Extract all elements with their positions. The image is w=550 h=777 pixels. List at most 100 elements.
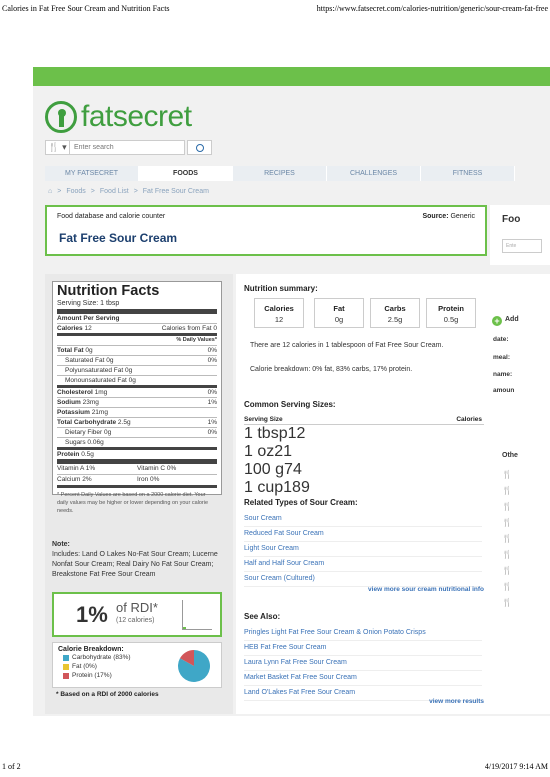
view-more-related-link[interactable]: view more sour cream nutritional info [368,586,484,593]
nutrient-label: Saturated Fat [65,357,105,364]
add-label[interactable]: Add [505,316,519,323]
related-link[interactable]: Sour Cream (Cultured) [244,572,482,587]
see-also-link[interactable]: HEB Fat Free Sour Cream [244,641,482,656]
nutrient-row: Total Carbohydrate 2.5g 1% [57,417,217,427]
tab-recipes[interactable]: RECIPES [233,166,327,181]
nutrient-label: Sugars [65,439,86,446]
fatsecret-logo-icon [45,101,77,133]
see-also-link[interactable]: Laura Lynn Fat Free Sour Cream [244,656,482,671]
nutrient-name: Saturated Fat 0g [65,356,113,365]
summary-protein: Protein 0.5g [426,298,476,328]
food-icon[interactable]: 🍴 [502,486,512,495]
summary-sentence: There are 12 calories in 1 tablespoon of… [250,342,444,349]
search-bar: 🍴 ▾ [45,140,212,155]
serving-row[interactable]: 1 tbsp12 [244,425,484,443]
nutrient-row: Monounsaturated Fat 0g [57,375,217,385]
summary-label: Calories [264,304,294,313]
serving-size-link[interactable]: 1 cup [244,479,283,496]
nutrient-name: Polyunsaturated Fat 0g [65,366,132,375]
food-icon[interactable]: 🍴 [502,518,512,527]
nutrient-dv: 1% [207,419,217,426]
breadcrumb: ⌂ > Foods > Food List > Fat Free Sour Cr… [48,188,209,195]
summary-calories: Calories 12 [254,298,304,328]
calories-value: 12 [84,325,92,332]
logo[interactable]: fatsecret [45,100,192,134]
food-icon[interactable]: 🍴 [502,566,512,575]
serving-calories: 189 [283,479,310,496]
search-icon[interactable] [187,140,212,155]
summary-boxes: Calories 12 Fat 0g Carbs 2.5g Protein 0.5g [244,298,484,328]
right-input[interactable]: Ente [502,239,542,253]
breadcrumb-food-list[interactable]: Food List [100,188,129,195]
related-link[interactable]: Reduced Fat Sour Cream [244,527,482,542]
search-input[interactable] [70,140,185,155]
print-header-url: https://www.fatsecret.com/calories-nutri… [316,4,548,13]
col-calories: Calories [456,416,482,423]
source-label: Source: Generic [422,213,475,220]
serving-row[interactable]: 1 oz21 [244,443,484,461]
nutrient-name: Monounsaturated Fat 0g [65,376,136,385]
food-icon[interactable]: 🍴 [502,582,512,591]
fork-knife-icon[interactable]: 🍴 ▾ [45,140,70,155]
food-icon[interactable]: 🍴 [502,502,512,511]
related-link[interactable]: Half and Half Sour Cream [244,557,482,572]
breadcrumb-separator: > [90,188,95,195]
related-link[interactable]: Sour Cream [244,512,482,527]
main-content: Nutrition summary: Calories 12 Fat 0g Carb… [236,274,490,714]
food-icon[interactable]: 🍴 [502,534,512,543]
calories-label: Calories [57,325,83,332]
serving-size-link[interactable]: 100 g [244,461,284,478]
view-more-results-link[interactable]: view more results [429,698,484,705]
calories-fat-value: 0 [213,325,217,332]
breadcrumb-current: Fat Free Sour Cream [142,188,209,195]
nutrition-facts-label: Nutrition Facts Serving Size: 1 tbsp Amo… [52,281,222,514]
see-also-link[interactable]: Market Basket Fat Free Sour Cream [244,671,482,686]
amount-per-serving: Amount Per Serving [57,315,120,322]
rdi-note: * Based on a RDI of 2000 calories [56,691,159,698]
serving-table-header: Serving Size Calories [244,416,484,425]
food-icon[interactable]: 🍴 [502,470,512,479]
serving-row[interactable]: 1 cup189 [244,479,484,497]
nutrient-label: Potassium [57,409,90,416]
home-icon[interactable]: ⌂ [48,188,52,195]
nutrient-name: Dietary Fiber 0g [65,428,111,437]
related-link[interactable]: Light Sour Cream [244,542,482,557]
nutrient-label: Total Fat [57,347,84,354]
tab-fitness[interactable]: FITNESS [421,166,515,181]
nutrient-row: Sugars 0.06g [57,437,217,447]
nutrient-amount: 0g [104,429,112,436]
nutrient-amount: 1mg [94,389,108,396]
food-icon[interactable]: 🍴 [502,598,512,607]
serving-calories: 74 [284,461,302,478]
food-header: Food database and calorie counter Source… [45,205,487,256]
summary-fat: Fat 0g [314,298,364,328]
tab-foods[interactable]: FOODS [139,166,233,181]
see-also-link[interactable]: Pringles Light Fat Free Sour Cream & Oni… [244,626,482,641]
nutrient-amount: 21mg [91,409,108,416]
serving-size-link[interactable]: 1 tbsp [244,425,288,442]
serving-row[interactable]: 100 g74 [244,461,484,479]
nutrient-dv: 0% [207,389,217,396]
nutrient-label: Sodium [57,399,81,406]
breadcrumb-foods[interactable]: Foods [66,188,85,195]
top-bar [33,67,550,86]
food-icon[interactable]: 🍴 [502,550,512,559]
nutrient-name: Potassium 21mg [57,408,108,417]
add-icon[interactable]: + [492,316,502,326]
calories-fat-label: Calories from Fat [161,325,212,332]
related-list: Sour Cream Reduced Fat Sour Cream Light So… [244,512,482,587]
summary-label: Carbs [384,304,406,313]
nutrient-label: Dietary Fiber [65,429,103,436]
db-label: Food database and calorie counter [57,213,166,220]
nutrient-row: Polyunsaturated Fat 0g [57,365,217,375]
tab-challenges[interactable]: CHALLENGES [327,166,421,181]
nutrient-label: Total Carbohydrate [57,419,117,426]
nutrient-label: Cholesterol [57,389,93,396]
tab-my-fatsecret[interactable]: MY FATSECRET [45,166,139,181]
rdi-box: 1% of RDI* (12 calories) [52,592,222,637]
source-key: Source: [422,213,449,220]
serving-size: Serving Size: 1 tbsp [57,300,217,314]
rdi-label: of RDI* [116,600,158,615]
right-title: Foo [502,214,521,225]
serving-size-link[interactable]: 1 oz [244,443,274,460]
